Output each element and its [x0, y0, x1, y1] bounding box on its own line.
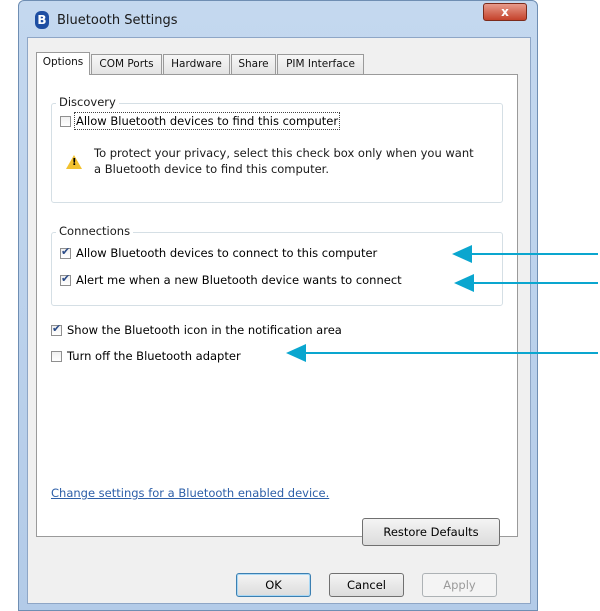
bluetooth-settings-window: B Bluetooth Settings x Options COM Ports… — [18, 0, 538, 611]
allow-find-checkbox[interactable] — [60, 115, 71, 127]
change-device-settings-link[interactable]: Change settings for a Bluetooth enabled … — [51, 486, 329, 500]
arrow-line-turn-off — [304, 352, 598, 354]
allow-connect-checkbox-row[interactable]: Allow Bluetooth devices to connect to th… — [60, 245, 377, 261]
allow-find-label: Allow Bluetooth devices to find this com… — [73, 112, 341, 130]
warning-icon-mark: ! — [72, 157, 77, 168]
tab-hardware[interactable]: Hardware — [163, 54, 230, 74]
ok-button[interactable]: OK — [236, 573, 311, 597]
window-title: Bluetooth Settings — [57, 13, 178, 28]
tab-pim-interface[interactable]: PIM Interface — [277, 54, 364, 74]
show-icon-checkbox[interactable] — [51, 322, 62, 336]
title-bar[interactable]: B Bluetooth Settings x — [19, 1, 537, 37]
privacy-note: To protect your privacy, select this che… — [94, 146, 474, 176]
connections-group-title: Connections — [56, 224, 134, 238]
allow-connect-checkbox[interactable] — [60, 245, 71, 259]
connections-group: Connections Allow Bluetooth devices to c… — [51, 224, 503, 306]
restore-defaults-button[interactable]: Restore Defaults — [362, 518, 500, 546]
allow-connect-label: Allow Bluetooth devices to connect to th… — [76, 246, 378, 260]
turn-off-label: Turn off the Bluetooth adapter — [67, 349, 241, 363]
tab-share[interactable]: Share — [231, 54, 276, 74]
show-icon-checkbox-row[interactable]: Show the Bluetooth icon in the notificat… — [51, 322, 342, 338]
arrow-icon-connect — [452, 245, 472, 263]
arrow-line-connect — [470, 253, 598, 255]
tab-com-ports[interactable]: COM Ports — [91, 54, 162, 74]
tab-options[interactable]: Options — [36, 52, 90, 75]
turn-off-checkbox-row[interactable]: Turn off the Bluetooth adapter — [51, 348, 241, 364]
apply-button: Apply — [422, 573, 497, 597]
arrow-line-alert — [472, 282, 598, 284]
cancel-button[interactable]: Cancel — [329, 573, 404, 597]
allow-find-checkbox-row[interactable]: Allow Bluetooth devices to find this com… — [60, 112, 341, 130]
discovery-group: Discovery Allow Bluetooth devices to fin… — [51, 95, 503, 203]
close-icon: x — [501, 5, 509, 19]
alert-new-checkbox-row[interactable]: Alert me when a new Bluetooth device wan… — [60, 272, 402, 288]
arrow-icon-alert — [454, 274, 474, 292]
dialog-client-area: Options COM Ports Hardware Share PIM Int… — [27, 37, 531, 604]
bluetooth-icon: B — [35, 11, 49, 29]
options-tab-panel: Discovery Allow Bluetooth devices to fin… — [36, 74, 518, 537]
turn-off-checkbox[interactable] — [51, 350, 62, 362]
close-button[interactable]: x — [483, 3, 527, 21]
discovery-group-title: Discovery — [56, 95, 119, 109]
show-icon-label: Show the Bluetooth icon in the notificat… — [67, 323, 342, 337]
alert-new-label: Alert me when a new Bluetooth device wan… — [76, 273, 402, 287]
alert-new-checkbox[interactable] — [60, 272, 71, 286]
arrow-icon-turn-off — [286, 344, 306, 362]
